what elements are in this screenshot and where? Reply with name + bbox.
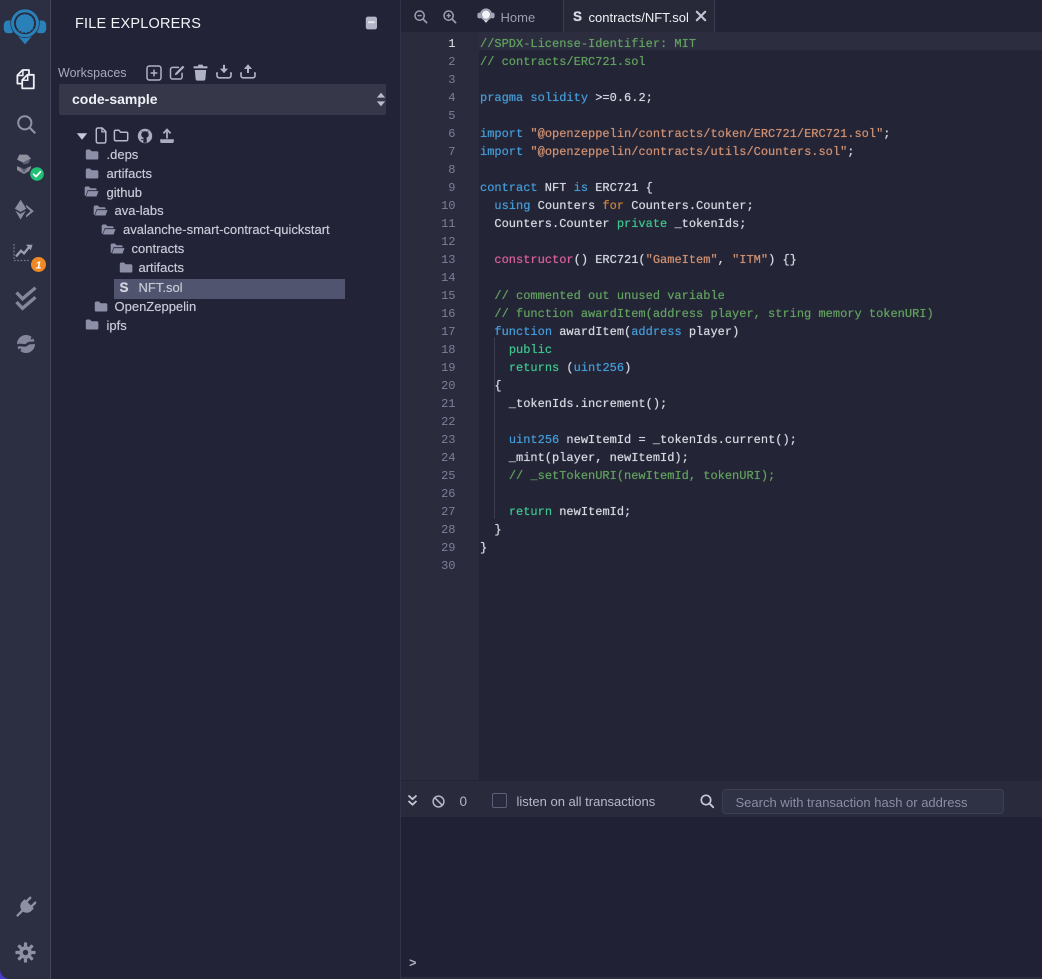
svg-text:1: 1 [36, 259, 42, 271]
